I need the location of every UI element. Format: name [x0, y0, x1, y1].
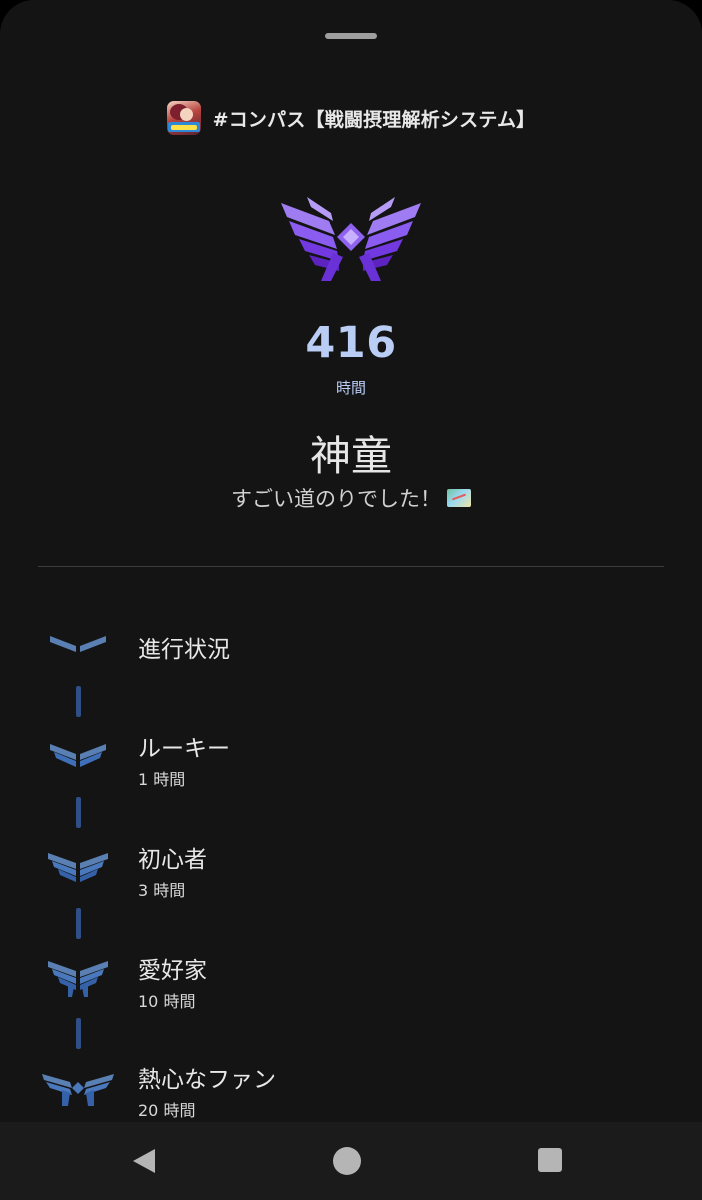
milestone-hours: 1 時間: [138, 770, 186, 789]
milestone-timeline: 進行状況 ルーキー 1 時間 初心者 3 時間 愛好家 10 時間 熱心なファン…: [0, 0, 702, 1122]
timeline-connector: [76, 908, 81, 939]
dedicated-fan-rank-icon: [42, 1074, 114, 1106]
bottom-sheet: #コンパス【戦闘摂理解析システム】 416 時間 神童 すごい道のりでした！ 進…: [0, 0, 702, 1122]
milestone-label: 初心者: [138, 847, 207, 873]
milestone-label: 進行状況: [138, 637, 230, 663]
milestone-label: ルーキー: [138, 736, 230, 762]
timeline-connector: [76, 686, 81, 717]
milestone-label: 愛好家: [138, 958, 207, 984]
milestone-hours: 20 時間: [138, 1101, 196, 1120]
milestone-hours: 3 時間: [138, 881, 186, 900]
home-circle-icon[interactable]: [333, 1147, 361, 1175]
timeline-connector: [76, 797, 81, 828]
recents-square-icon[interactable]: [538, 1148, 562, 1172]
rookie-rank-icon: [50, 744, 106, 767]
back-triangle-icon[interactable]: [131, 1147, 157, 1175]
milestone-label: 熱心なファン: [138, 1067, 276, 1093]
enthusiast-rank-icon: [48, 961, 108, 997]
beginner-rank-icon: [48, 853, 108, 882]
timeline-connector: [76, 1018, 81, 1049]
progress-chevron-icon: [50, 636, 106, 652]
milestone-hours: 10 時間: [138, 992, 196, 1011]
